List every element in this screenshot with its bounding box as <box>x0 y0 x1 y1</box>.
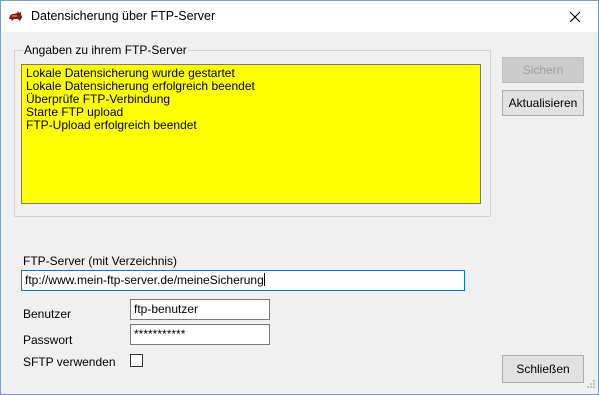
ftp-server-value: ftp://www.mein-ftp-server.de/meineSicher… <box>25 273 264 287</box>
sichern-button[interactable]: Sichern <box>502 57 584 83</box>
text-caret <box>263 273 265 286</box>
aktualisieren-button[interactable]: Aktualisieren <box>502 90 584 116</box>
title-bar: Datensicherung über FTP-Server <box>1 1 598 32</box>
log-line: FTP-Upload erfolgreich beendet <box>26 118 197 132</box>
ftp-server-label: FTP-Server (mit Verzeichnis) <box>23 254 178 268</box>
window-title: Datensicherung über FTP-Server <box>31 9 216 23</box>
password-label: Passwort <box>23 333 73 347</box>
dialog-window: Datensicherung über FTP-Server Angaben z… <box>0 0 599 395</box>
schliessen-button[interactable]: Schließen <box>502 355 584 383</box>
ftp-server-input[interactable]: ftp://www.mein-ftp-server.de/meineSicher… <box>21 270 465 291</box>
status-log[interactable]: Lokale Datensicherung wurde gestartet Lo… <box>21 64 481 204</box>
sftp-checkbox[interactable] <box>130 354 143 367</box>
groupbox-legend: Angaben zu ihrem FTP-Server <box>23 43 188 57</box>
cat-app-icon <box>8 10 24 22</box>
resize-grip-icon[interactable] <box>586 378 596 392</box>
user-label: Benutzer <box>23 307 72 321</box>
sftp-label: SFTP verwenden <box>23 355 116 369</box>
user-input[interactable]: ftp-benutzer <box>130 299 270 320</box>
password-input[interactable]: *********** <box>130 324 270 345</box>
close-button[interactable] <box>552 1 598 32</box>
close-icon <box>569 11 581 22</box>
